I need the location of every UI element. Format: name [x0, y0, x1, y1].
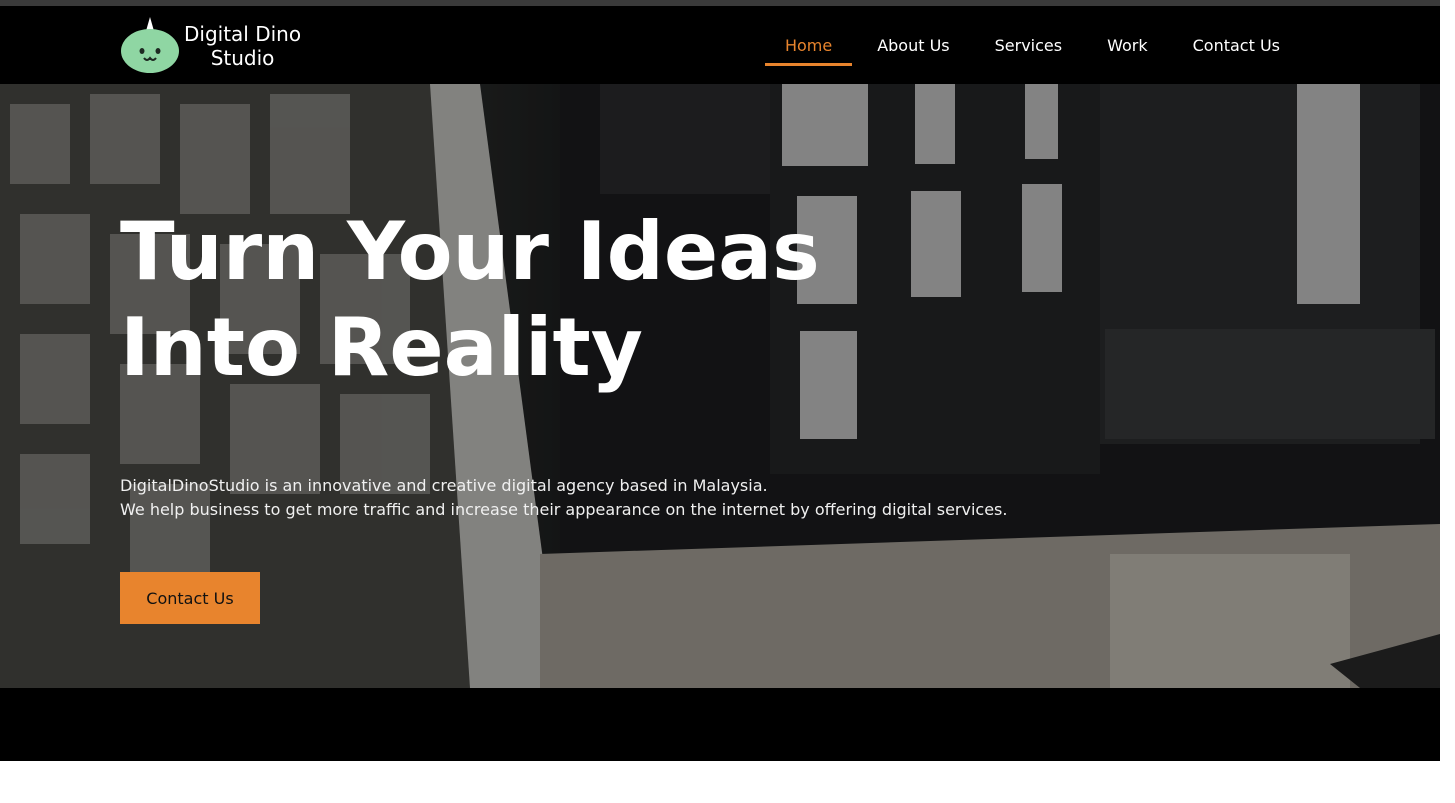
- hero-title-line1: Turn Your Ideas: [120, 205, 820, 298]
- contact-us-button[interactable]: Contact Us: [120, 572, 260, 624]
- brand-name: Digital Dino Studio: [184, 22, 301, 70]
- hero-description-line2: We help business to get more traffic and…: [120, 500, 1008, 519]
- nav-item-work[interactable]: Work: [1087, 6, 1168, 84]
- nav-item-contact-us[interactable]: Contact Us: [1173, 6, 1300, 84]
- nav-item-about-us[interactable]: About Us: [857, 6, 969, 84]
- brand-name-line1: Digital Dino: [184, 22, 302, 46]
- nav-item-home[interactable]: Home: [764, 6, 853, 84]
- hero-section: Turn Your Ideas Into Reality DigitalDino…: [0, 84, 1440, 688]
- dino-mascot-icon: [120, 17, 180, 75]
- hero-title: Turn Your Ideas Into Reality: [120, 204, 1120, 396]
- hero-content: Turn Your Ideas Into Reality DigitalDino…: [120, 84, 1120, 624]
- navbar: Digital Dino Studio Home About Us Servic…: [0, 6, 1440, 84]
- nav-item-services[interactable]: Services: [975, 6, 1082, 84]
- scrollbar-area: [1440, 0, 1455, 803]
- main-nav: Home About Us Services Work Contact Us: [760, 6, 1300, 84]
- hero-title-line2: Into Reality: [120, 301, 643, 394]
- hero-description: DigitalDinoStudio is an innovative and c…: [120, 474, 1120, 522]
- section-divider-band: [0, 688, 1440, 761]
- hero-description-line1: DigitalDinoStudio is an innovative and c…: [120, 476, 768, 495]
- logo[interactable]: Digital Dino Studio: [120, 16, 301, 76]
- brand-name-line2: Studio: [210, 46, 275, 70]
